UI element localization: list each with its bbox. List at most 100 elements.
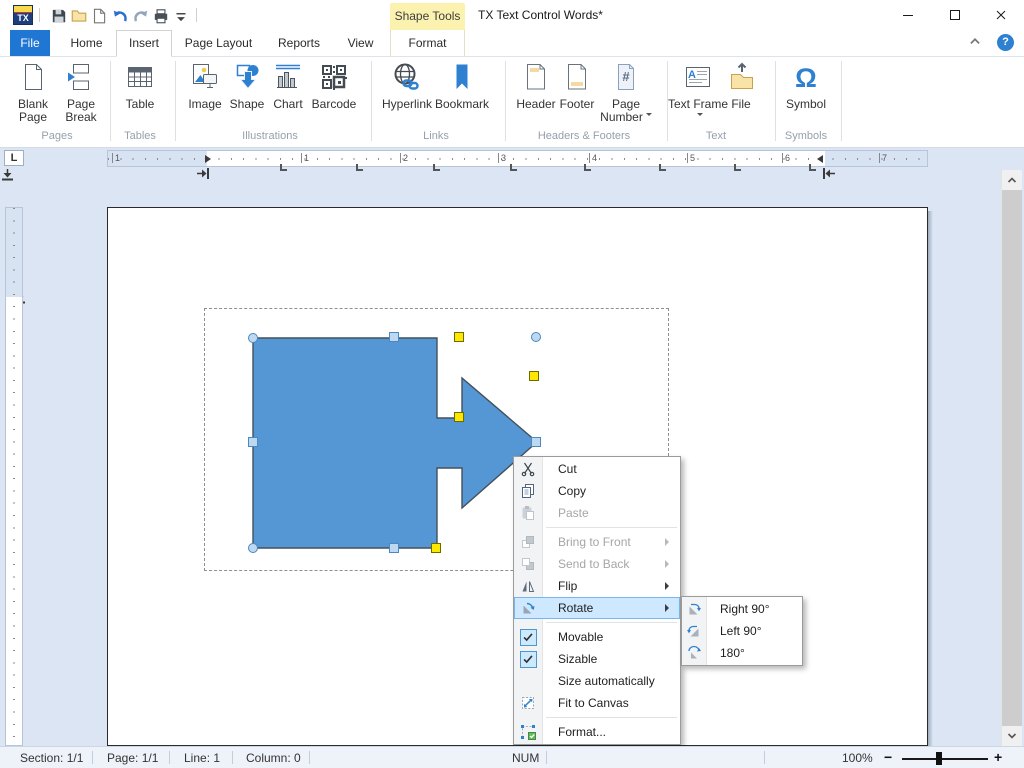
tab-stop-mark [584,164,591,171]
menu-item-fit-to-canvas[interactable]: Fit to Canvas [514,692,680,714]
save-button[interactable] [50,7,68,24]
close-button[interactable] [984,0,1018,30]
tab-page-layout[interactable]: Page Layout [172,30,265,56]
scroll-down-button[interactable] [1002,726,1022,746]
submenu-item-180[interactable]: 180° [682,642,802,664]
vertical-ruler[interactable] [5,207,23,746]
symbol-omega-icon: Ω [790,61,822,93]
collapse-ribbon-button[interactable] [968,34,988,52]
minimize-button[interactable] [891,0,925,30]
scroll-up-button[interactable] [1002,170,1022,190]
barcode-button[interactable]: Barcode [308,60,360,144]
tab-format[interactable]: Format [390,30,465,56]
button-label: Hyperlink [376,98,438,111]
menu-item-sizable[interactable]: Sizable [514,648,680,670]
bring-to-front-icon [520,534,536,550]
maximize-button[interactable] [938,0,972,30]
tab-selector-button[interactable]: L [4,150,24,166]
menu-item-paste[interactable]: Paste [514,502,680,524]
group-separator [841,61,842,141]
blank-page-icon [17,61,49,93]
tab-reports[interactable]: Reports [265,30,333,56]
print-button[interactable] [152,7,170,24]
separator [92,751,93,764]
separator [546,751,547,764]
qat-customize-button[interactable] [172,7,190,24]
fit-to-canvas-icon [520,695,536,711]
vertical-scrollbar[interactable] [1001,170,1022,746]
group-label-tables: Tables [124,130,156,142]
contextual-tab-group: Shape Tools [390,3,465,30]
right-indent-marker[interactable] [813,155,823,163]
open-folder-icon [70,7,88,25]
first-line-indent-marker[interactable] [196,168,212,179]
submenu-arrow-icon [665,604,673,612]
redo-button[interactable] [132,7,150,24]
header-icon [520,61,552,93]
ruler-number: 2 [400,153,408,163]
svg-text:#: # [622,69,630,84]
menu-item-send-to-back[interactable]: Send to Back [514,553,680,575]
send-to-back-icon [520,556,536,572]
undo-button[interactable] [111,7,129,24]
menu-item-bring-to-front[interactable]: Bring to Front [514,531,680,553]
button-label: Table [116,98,164,111]
tab-stop-mark [356,164,363,171]
tab-insert[interactable]: Insert [116,30,172,57]
menu-item-copy[interactable]: Copy [514,480,680,502]
tab-home[interactable]: Home [58,30,115,56]
ruler-number: 3 [498,153,506,163]
group-label-pages: Pages [41,130,72,142]
menu-item-movable[interactable]: Movable [514,626,680,648]
right-margin-marker[interactable] [820,168,836,179]
menu-item-flip[interactable]: Flip [514,575,680,597]
tab-stop-mark [433,164,440,171]
rotate-right-icon [686,601,702,617]
arrow-shape[interactable] [253,338,537,548]
tab-stop-mark [280,164,287,171]
zoom-slider-thumb[interactable] [936,752,942,765]
tab-file[interactable]: File [10,30,50,56]
new-document-button[interactable] [90,7,108,24]
button-label: Page Number [598,98,654,124]
status-page: Page: 1/1 [107,751,158,765]
submenu-item-left-90[interactable]: Left 90° [682,620,802,642]
app-logo-icon[interactable]: TX [13,5,33,25]
tab-stop-mark [659,164,666,171]
vertical-indent-marker[interactable] [2,168,13,182]
status-section: Section: 1/1 [20,751,83,765]
left-indent-marker[interactable] [205,155,215,163]
button-label: Symbol [778,98,834,111]
open-button[interactable] [70,7,88,24]
tab-view[interactable]: View [333,30,388,56]
ruler-number: 7 [879,153,887,163]
cut-icon [520,461,536,477]
zoom-out-button[interactable]: − [884,749,892,765]
help-button[interactable]: ? [997,34,1014,51]
button-label: Barcode [308,98,360,111]
menu-item-cut[interactable]: Cut [514,458,680,480]
bookmark-icon [446,61,478,93]
horizontal-ruler[interactable]: 1 1 2 3 4 5 6 7 [107,150,928,167]
group-label-text: Text [706,130,726,142]
scrollbar-thumb[interactable] [1002,190,1022,726]
print-icon [152,7,170,25]
tab-stop-mark [734,164,741,171]
separator [39,8,40,22]
menu-item-format[interactable]: Format... [514,721,680,743]
file-insert-button[interactable]: File [726,60,756,144]
zoom-slider-track[interactable] [902,758,988,760]
submenu-item-right-90[interactable]: Right 90° [682,598,802,620]
menu-item-size-automatically[interactable]: Size automatically [514,670,680,692]
separator [196,8,197,22]
maximize-icon [949,9,961,21]
zoom-in-button[interactable]: + [994,749,1002,765]
menu-item-rotate[interactable]: Rotate [514,597,680,619]
image-button[interactable]: Image [182,60,228,144]
file-import-icon [726,61,758,93]
tab-stop-mark [510,164,517,171]
menu-separator [546,717,677,718]
chart-icon [272,61,304,93]
checked-checkbox-icon [520,651,537,668]
submenu-arrow-icon [665,538,673,546]
